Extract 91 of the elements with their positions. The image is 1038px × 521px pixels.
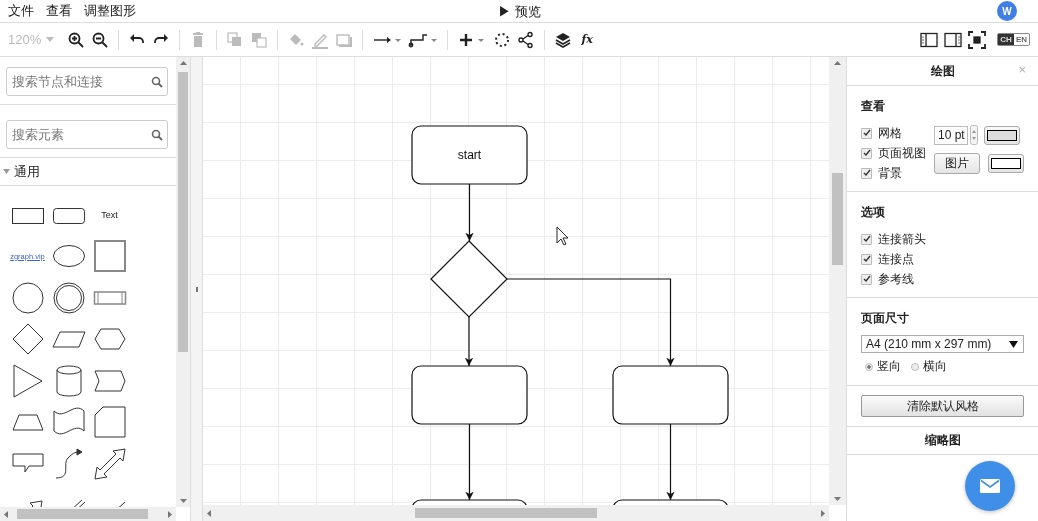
spinner-icon[interactable]: [970, 125, 978, 145]
menu-item[interactable]: 文件: [8, 2, 34, 20]
section-title: 页面尺寸: [861, 310, 910, 327]
menu-item[interactable]: 查看: [46, 2, 72, 20]
scrollbar[interactable]: [176, 57, 190, 507]
checkbox[interactable]: [861, 233, 872, 245]
double-circle-shape[interactable]: [51, 280, 86, 315]
triangle-shape[interactable]: [10, 363, 45, 398]
reset-style-button[interactable]: 清除默认风格: [861, 395, 1024, 417]
checkbox-label: 参考线: [878, 270, 914, 288]
function-button[interactable]: fx: [578, 33, 597, 46]
preview-button[interactable]: ▶ 预览: [498, 3, 541, 21]
dotted-circle-icon[interactable]: [493, 30, 512, 49]
checkbox[interactable]: [861, 273, 872, 285]
background-image-button[interactable]: 图片: [934, 153, 980, 174]
connector-arrow[interactable]: [464, 316, 474, 367]
checkbox[interactable]: [861, 147, 872, 159]
process-node[interactable]: [411, 365, 528, 425]
scrollbar[interactable]: [203, 505, 829, 521]
checkbox-label: 页面视图: [878, 144, 926, 162]
checkbox[interactable]: [861, 167, 872, 179]
scroll-right-icon[interactable]: [821, 509, 825, 517]
node-label: start: [457, 148, 482, 162]
checkbox-label: 背景: [878, 164, 902, 182]
scroll-up-icon[interactable]: [834, 61, 841, 65]
mouse-pointer-icon: [556, 226, 569, 246]
language-option[interactable]: CH: [998, 34, 1014, 45]
language-option[interactable]: EN: [1013, 34, 1029, 45]
section-title: 选项: [861, 204, 886, 221]
scroll-down-icon[interactable]: [834, 497, 841, 501]
scroll-left-icon[interactable]: [207, 509, 211, 517]
panel-left-icon[interactable]: [920, 30, 939, 49]
user-avatar[interactable]: W: [997, 1, 1017, 21]
scroll-thumb[interactable]: [17, 509, 148, 519]
connector-arrow[interactable]: [666, 423, 675, 501]
search-icon: [151, 75, 163, 88]
fullscreen-icon[interactable]: [968, 30, 987, 49]
text-shape[interactable]: Text: [101, 209, 118, 220]
process-node[interactable]: [411, 125, 528, 185]
panel-title: 绘图: [930, 62, 955, 80]
section-title: 缩略图: [924, 432, 961, 449]
search-field[interactable]: 搜索节点和连接: [6, 66, 168, 96]
page-size-dropdown[interactable]: A4 (210 mm x 297 mm): [861, 335, 1024, 353]
scroll-up-icon[interactable]: [179, 61, 187, 65]
process-node[interactable]: [612, 499, 729, 505]
checkbox[interactable]: [861, 127, 872, 139]
radio-button[interactable]: [911, 362, 919, 371]
grid-size-field[interactable]: 10 pt: [934, 125, 968, 145]
checkbox-label: 连接点: [878, 250, 914, 268]
scrollbar[interactable]: [0, 507, 176, 521]
square-shape[interactable]: [92, 239, 127, 274]
scroll-right-icon[interactable]: [168, 510, 172, 518]
background-color-swatch[interactable]: [988, 154, 1024, 173]
scrollbar[interactable]: [829, 57, 846, 505]
checkbox-label: 网格: [878, 124, 902, 142]
zoom-out-icon[interactable]: [91, 30, 110, 49]
grid-color-swatch[interactable]: [984, 125, 1020, 145]
process-node[interactable]: [411, 499, 528, 505]
scroll-left-icon[interactable]: [4, 510, 8, 518]
menu-item[interactable]: 调整图形: [84, 2, 136, 20]
section-title: 通用: [14, 162, 40, 181]
connector-arrow[interactable]: [465, 183, 474, 242]
caret-icon: [46, 37, 55, 42]
decision-node[interactable]: [430, 240, 508, 318]
connector-arrow[interactable]: [465, 423, 474, 501]
share-icon[interactable]: [517, 30, 536, 49]
card-shape[interactable]: [92, 405, 127, 440]
section-title: 查看: [861, 98, 886, 115]
search-field[interactable]: 搜索元素: [6, 120, 168, 149]
diamond-shape[interactable]: [10, 322, 45, 357]
circle-shape[interactable]: [10, 280, 45, 315]
search-icon: [151, 129, 163, 141]
radio-button[interactable]: [865, 362, 873, 371]
radio-label: 横向: [923, 358, 947, 375]
scroll-thumb[interactable]: [415, 508, 597, 518]
scroll-down-icon[interactable]: [179, 499, 187, 503]
mail-button[interactable]: [965, 461, 1015, 511]
splitter-handle[interactable]: [196, 287, 198, 292]
scroll-thumb[interactable]: [178, 72, 188, 352]
panel-right-icon[interactable]: [944, 30, 963, 49]
caret-icon: [1009, 340, 1018, 348]
checkbox[interactable]: [861, 253, 872, 265]
scroll-thumb[interactable]: [832, 173, 843, 265]
double-arrow-shape[interactable]: [92, 446, 127, 481]
process-node[interactable]: [612, 365, 729, 425]
caret-icon: [3, 169, 10, 174]
zoom-in-icon[interactable]: [67, 30, 86, 49]
mail-icon: [980, 479, 1000, 493]
layers-icon[interactable]: [554, 30, 573, 49]
checkbox-label: 连接箭头: [878, 230, 926, 248]
radio-label: 竖向: [877, 358, 901, 375]
